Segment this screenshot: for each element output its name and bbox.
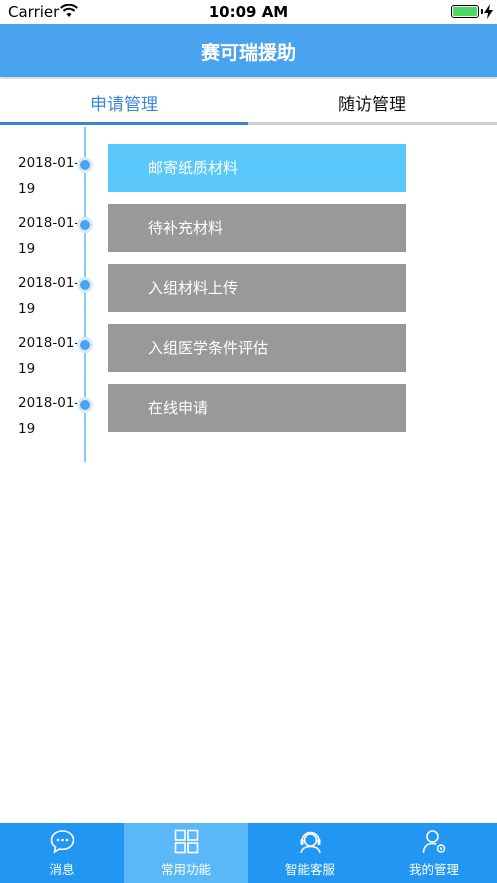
tab-follow-up-management[interactable]: 随访管理 <box>248 79 496 126</box>
timeline-dot <box>77 277 93 293</box>
tabbar-item-smart-service[interactable]: 智能客服 <box>248 823 372 883</box>
timeline-item: 2018-01-19 入组材料上传 <box>0 264 497 324</box>
bottom-tab-bar: 消息 常用功能 智能客服 我的管理 <box>0 823 497 883</box>
timeline-item: 2018-01-19 入组医学条件评估 <box>0 324 497 384</box>
timeline-dot <box>77 157 93 173</box>
tab-label: 申请管理 <box>90 95 158 115</box>
tabbar-label: 消息 <box>49 862 75 877</box>
timeline-item: 2018-01-19 邮寄纸质材料 <box>0 144 497 204</box>
timeline-card[interactable]: 入组医学条件评估 <box>108 324 406 372</box>
tabbar-label: 我的管理 <box>408 862 459 877</box>
battery-tip <box>481 9 483 14</box>
timeline-dot <box>77 337 93 353</box>
tabbar-item-common-functions[interactable]: 常用功能 <box>124 823 248 883</box>
nav-bar: 赛可瑞援助 <box>0 24 497 77</box>
tabbar-label: 智能客服 <box>284 862 335 877</box>
timeline-item: 2018-01-19 在线申请 <box>0 384 497 444</box>
segment-tabs: 申请管理 随访管理 <box>0 79 497 126</box>
tabbar-label: 常用功能 <box>160 862 211 877</box>
timeline-date: 2018-01-19 <box>18 335 80 377</box>
timeline-date: 2018-01-19 <box>18 155 80 197</box>
timeline-card[interactable]: 邮寄纸质材料 <box>108 144 406 192</box>
tabbar-item-messages[interactable]: 消息 <box>0 823 124 883</box>
tab-application-management[interactable]: 申请管理 <box>0 79 248 126</box>
status-bar: Carrier 10:09 AM <box>0 0 497 24</box>
timeline-card[interactable]: 在线申请 <box>108 384 406 432</box>
charging-icon <box>484 4 493 19</box>
tabbar-item-my-management[interactable]: 我的管理 <box>372 823 497 883</box>
timeline-date: 2018-01-19 <box>18 395 80 437</box>
timeline-card[interactable]: 待补充材料 <box>108 204 406 252</box>
timeline-dot <box>77 217 93 233</box>
tab-label: 随访管理 <box>338 95 406 115</box>
timeline-date: 2018-01-19 <box>18 275 80 317</box>
timeline-date: 2018-01-19 <box>18 215 80 257</box>
inactive-tab-indicator <box>248 122 497 125</box>
status-time: 10:09 AM <box>208 3 289 21</box>
headset-icon <box>300 831 321 854</box>
timeline-dot <box>77 397 93 413</box>
active-tab-indicator <box>0 122 248 125</box>
user-settings-icon <box>422 830 446 854</box>
page-title: 赛可瑞援助 <box>200 42 296 64</box>
message-icon <box>50 830 75 854</box>
timeline-card[interactable]: 入组材料上传 <box>108 264 406 312</box>
timeline-item: 2018-01-19 待补充材料 <box>0 204 497 264</box>
grid-icon <box>174 829 199 854</box>
battery-icon <box>451 5 479 18</box>
